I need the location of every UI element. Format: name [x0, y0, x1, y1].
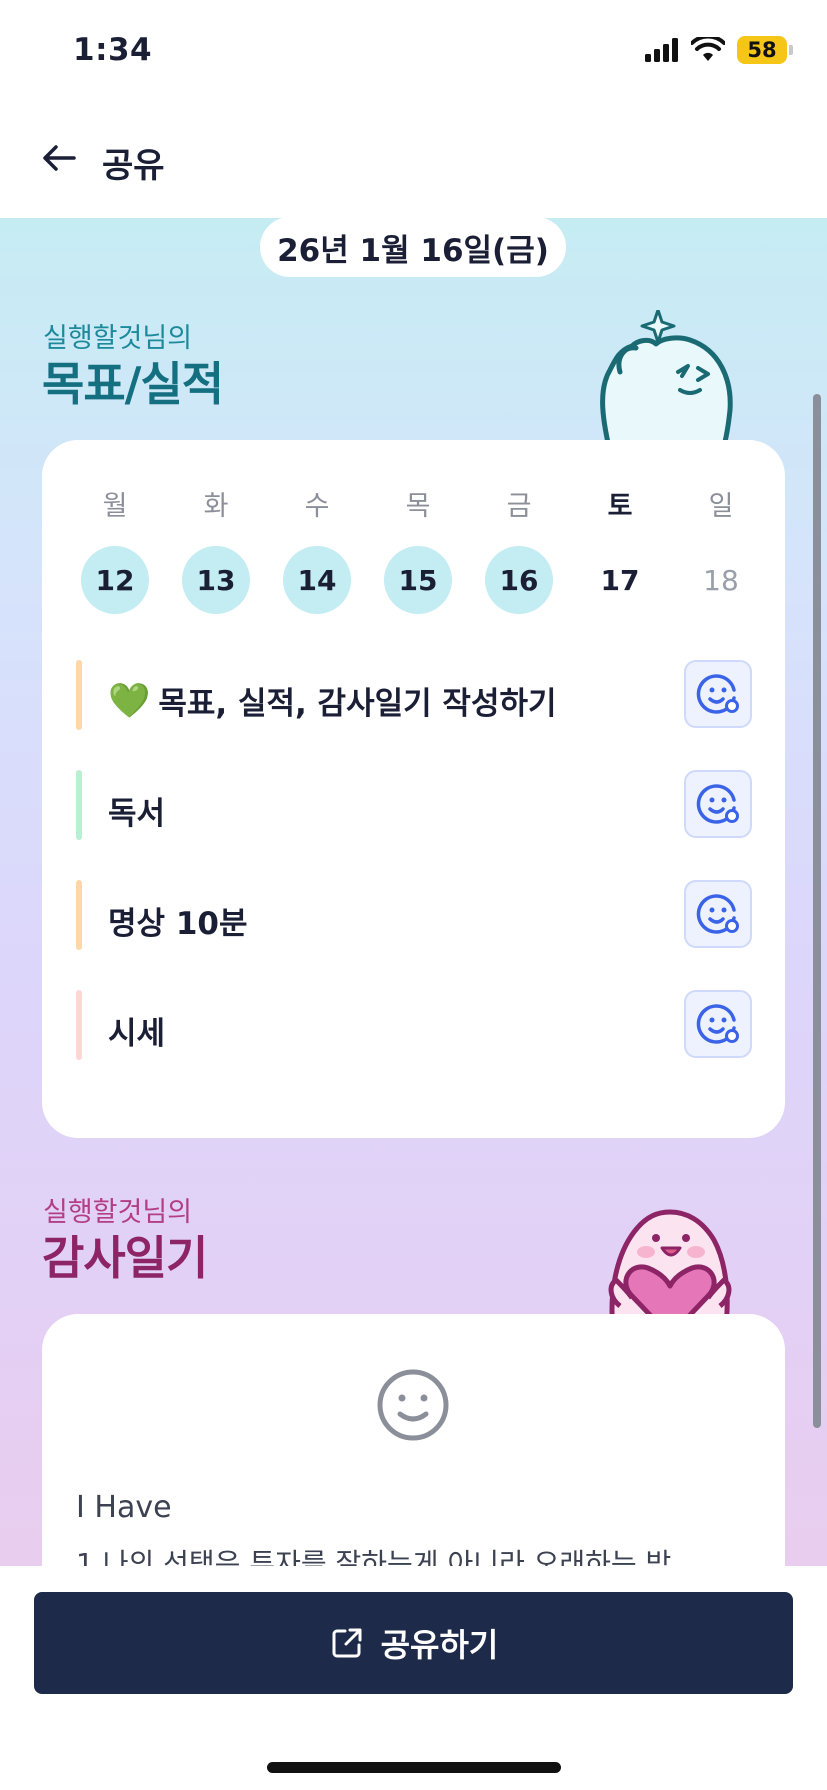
- day-18[interactable]: 18: [687, 546, 755, 614]
- goal-label: 명상 10분: [108, 898, 248, 943]
- weekday-fri: 금: [506, 491, 532, 522]
- goal-label: 시세: [108, 1008, 165, 1053]
- share-button[interactable]: 공유하기: [34, 1592, 793, 1694]
- weekday-sat: 토: [607, 491, 633, 522]
- diary-entry-text: 1.나의 선택은 투자를 잘하는게 아니라 오래하는 방: [76, 1547, 672, 1566]
- weekday-wed: 수: [304, 491, 330, 522]
- smile-reaction-icon: [696, 894, 739, 934]
- reaction-button[interactable]: [684, 880, 752, 948]
- day-16[interactable]: 16: [485, 546, 553, 614]
- weekday-thu: 목: [405, 491, 431, 522]
- smile-reaction-icon: [696, 1004, 739, 1044]
- page-title: 공유: [102, 146, 165, 186]
- goal-item: 명상 10분: [76, 880, 752, 950]
- goal-label: 💚 목표, 실적, 감사일기 작성하기: [108, 678, 557, 723]
- diary-section-title: 감사일기: [42, 1231, 208, 1285]
- bottom-action-area: 공유하기: [0, 1566, 827, 1790]
- goal-color-bar: [76, 990, 82, 1060]
- diary-heading: I Have: [76, 1490, 172, 1525]
- goal-section-title: 목표/실적: [42, 357, 224, 411]
- reaction-button[interactable]: [684, 990, 752, 1058]
- smiley-face-icon: [377, 1369, 449, 1441]
- weekday-tue: 화: [203, 491, 229, 522]
- battery-icon: 58: [737, 36, 793, 64]
- smile-reaction-icon: [696, 784, 739, 824]
- status-time: 1:34: [73, 32, 153, 68]
- goal-color-bar: [76, 660, 82, 730]
- navigation-bar: 공유: [0, 100, 827, 218]
- goal-item: 시세: [76, 990, 752, 1060]
- day-15[interactable]: 15: [384, 546, 452, 614]
- wifi-icon: [691, 37, 725, 61]
- status-bar: 1:34 58: [0, 0, 827, 100]
- share-button-label: 공유하기: [380, 1626, 499, 1664]
- goal-color-bar: [76, 770, 82, 840]
- day-17[interactable]: 17: [586, 546, 654, 614]
- goal-label: 독서: [108, 788, 165, 833]
- diary-card: I Have 1.나의 선택은 투자를 잘하는게 아니라 오래하는 방: [42, 1314, 785, 1566]
- date-pill: 26년 1월 16일(금): [260, 218, 566, 277]
- green-heart-emoji: 💚: [108, 680, 151, 721]
- goal-text: 목표, 실적, 감사일기 작성하기: [158, 686, 557, 722]
- signal-icon: [645, 38, 678, 62]
- goal-item: 독서: [76, 770, 752, 840]
- smile-reaction-icon: [696, 674, 739, 714]
- goal-text: 독서: [108, 796, 166, 832]
- day-14[interactable]: 14: [283, 546, 351, 614]
- goal-text: 명상 10분: [108, 906, 248, 942]
- reaction-button[interactable]: [684, 660, 752, 728]
- back-arrow-icon[interactable]: [38, 136, 82, 180]
- mascot-thumbsup-illustration: [600, 310, 733, 460]
- weekday-sun: 일: [708, 491, 734, 522]
- goal-card: 월 화 수 목 금 토 일 12 13 14 15 16 17 18 💚 목표,…: [42, 440, 785, 1138]
- scrollbar[interactable]: [813, 394, 821, 1428]
- goal-text: 시세: [108, 1016, 166, 1052]
- home-indicator: [267, 1762, 561, 1773]
- share-preview-content[interactable]: 26년 1월 16일(금) 실행할것님의 목표/실적 월 화 수 목 금 토 일…: [0, 218, 827, 1566]
- external-share-icon: [332, 1628, 362, 1658]
- day-12[interactable]: 12: [81, 546, 149, 614]
- goal-color-bar: [76, 880, 82, 950]
- day-13[interactable]: 13: [182, 546, 250, 614]
- reaction-button[interactable]: [684, 770, 752, 838]
- goal-item: 💚 목표, 실적, 감사일기 작성하기: [76, 660, 752, 730]
- weekday-mon: 월: [102, 491, 128, 522]
- status-icons: 58: [645, 36, 793, 64]
